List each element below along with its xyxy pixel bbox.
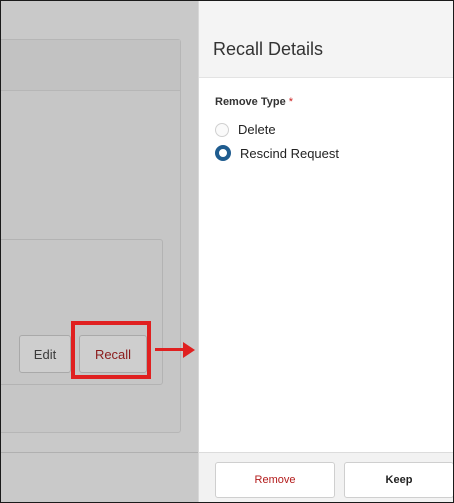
background-page: Edit Recall (1, 1, 198, 502)
remove-type-label-text: Remove Type (215, 96, 286, 108)
panel-title: Recall Details (213, 39, 324, 59)
radio-unselected-icon[interactable] (215, 122, 229, 137)
radio-label-rescind-request: Rescind Request (240, 145, 339, 161)
radio-option-rescind-request[interactable]: Rescind Request (215, 145, 339, 161)
required-mark: * (288, 96, 294, 108)
background-divider (1, 452, 198, 453)
panel-footer: Remove Keep (199, 452, 453, 502)
remove-button[interactable]: Remove (215, 462, 335, 498)
arrow-line (155, 348, 185, 351)
radio-selected-icon[interactable] (215, 145, 231, 161)
recall-details-panel: Recall Details Remove Type * Delete Resc… (198, 1, 453, 502)
screenshot-frame: Edit Recall Recall Details Remove Type *… (0, 0, 454, 503)
radio-label-delete: Delete (238, 122, 276, 137)
edit-button[interactable]: Edit (19, 335, 71, 373)
panel-header: Recall Details (199, 1, 453, 78)
keep-button[interactable]: Keep (344, 462, 453, 498)
remove-type-label: Remove Type * (215, 96, 293, 108)
arrow-right-icon (183, 342, 195, 358)
recall-highlight-box (71, 321, 151, 379)
background-card-header (1, 40, 180, 91)
radio-option-delete[interactable]: Delete (215, 122, 276, 137)
